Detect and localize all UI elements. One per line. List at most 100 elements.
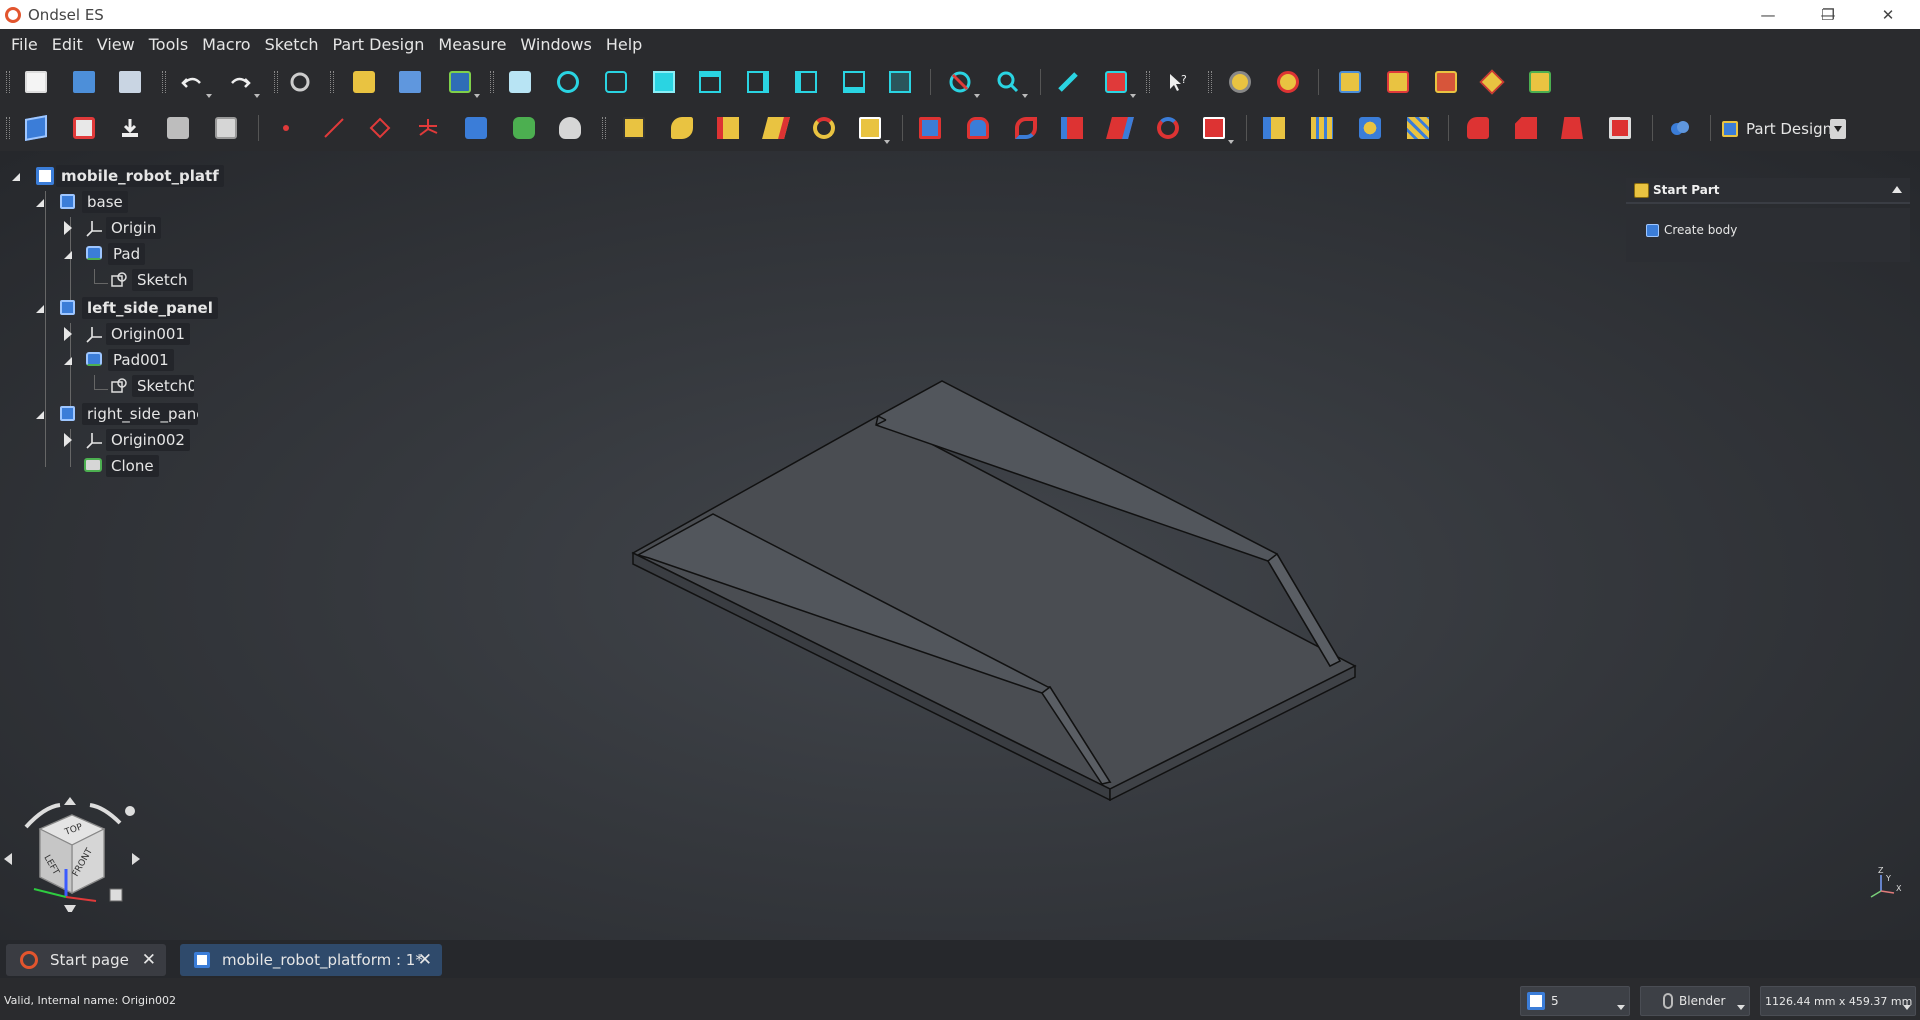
dimensions-readout[interactable]: 1126.44 mm x 459.37 mm (1760, 986, 1916, 1016)
subtractive-primitive-button[interactable] (1200, 114, 1234, 144)
thickness-button[interactable] (1606, 114, 1634, 142)
arrow-down-icon[interactable] (64, 905, 76, 912)
collapse-icon[interactable] (36, 199, 44, 207)
rotate-right-icon[interactable] (89, 803, 122, 825)
hole-button[interactable] (964, 114, 992, 142)
refresh-button[interactable] (286, 68, 314, 96)
import-button[interactable] (116, 114, 144, 142)
measure-angular-button[interactable] (1274, 68, 1302, 96)
expand-icon[interactable] (64, 327, 72, 341)
mirrored-button[interactable] (1260, 114, 1288, 142)
task-panel-header[interactable]: Start Part (1626, 178, 1910, 204)
fit-all-button[interactable] (506, 68, 534, 96)
additive-pipe-button[interactable] (762, 114, 790, 142)
save-file-button[interactable] (116, 68, 144, 96)
tree-item-origin001[interactable]: Origin001 (0, 321, 200, 347)
collapse-icon[interactable] (1892, 186, 1902, 193)
toolbar-grip[interactable] (274, 71, 278, 93)
measure-3d-button[interactable] (1478, 68, 1506, 96)
measure-delta-button[interactable] (1526, 68, 1554, 96)
linear-pattern-button[interactable] (1308, 114, 1336, 142)
datum-line-button[interactable] (320, 114, 348, 142)
additive-primitive-button[interactable] (856, 114, 890, 144)
menu-measure[interactable]: Measure (431, 35, 513, 54)
datum-point-button[interactable] (272, 114, 300, 142)
toolbar-grip[interactable] (162, 71, 166, 93)
tree-item-origin[interactable]: Origin (0, 215, 200, 241)
pocket-button[interactable] (916, 114, 944, 142)
close-icon[interactable]: ✕ (418, 950, 432, 970)
clone-button[interactable] (212, 114, 240, 142)
pad-button[interactable] (620, 114, 648, 142)
toolbar-grip[interactable] (1146, 71, 1150, 93)
chamfer-button[interactable] (1512, 114, 1540, 142)
tree-item-base[interactable]: base (0, 189, 200, 215)
clone-2-button[interactable] (556, 114, 584, 142)
menu-help[interactable]: Help (599, 35, 649, 54)
open-file-button[interactable] (70, 68, 98, 96)
tree-item-left-side-panel[interactable]: left_side_panel (0, 295, 218, 321)
collapse-icon[interactable] (36, 411, 44, 419)
view-right-button[interactable] (744, 68, 772, 96)
shape-binder-2-button[interactable] (462, 114, 490, 142)
menu-edit[interactable]: Edit (45, 35, 90, 54)
minimize-button[interactable]: — (1740, 0, 1796, 29)
zoom-box-button[interactable] (994, 68, 1028, 98)
close-button[interactable]: ✕ (1860, 0, 1916, 29)
fillet-button[interactable] (1464, 114, 1492, 142)
undo-button[interactable] (178, 68, 212, 98)
view-front-button[interactable] (650, 68, 678, 96)
tree-item-pad[interactable]: Pad (0, 241, 200, 267)
cube-mini-icon[interactable] (109, 888, 123, 902)
arrow-right-icon[interactable] (132, 853, 140, 865)
navigation-style-selector[interactable]: Blender (1640, 986, 1750, 1016)
fit-selection-button[interactable] (554, 68, 582, 96)
open-folder-button[interactable] (396, 68, 424, 96)
chevron-down-icon[interactable] (1830, 119, 1846, 139)
tree-root-document[interactable]: mobile_robot_platf (0, 163, 224, 189)
collapse-icon[interactable] (64, 251, 72, 259)
workbench-button[interactable] (350, 68, 378, 96)
clipping-button[interactable] (1102, 68, 1136, 98)
draw-style-button[interactable] (946, 68, 980, 98)
revolution-button[interactable] (668, 114, 696, 142)
measure-button[interactable] (1054, 68, 1082, 96)
sub-shape-binder-button[interactable] (510, 114, 538, 142)
multitransform-button[interactable] (1404, 114, 1432, 142)
redo-button[interactable] (226, 68, 260, 98)
menu-windows[interactable]: Windows (513, 35, 598, 54)
collapse-icon[interactable] (36, 305, 44, 313)
overlay-selector[interactable]: 5 (1520, 986, 1630, 1016)
measure-clear-button[interactable] (1384, 68, 1412, 96)
measure-linear-button[interactable] (1226, 68, 1254, 96)
export-button[interactable] (446, 68, 480, 98)
tab-mobile-robot-platform[interactable]: mobile_robot_platform : 1* ✕ (180, 944, 442, 976)
tree-item-sketch[interactable]: Sketch (0, 267, 200, 293)
close-icon[interactable]: ✕ (142, 950, 156, 970)
subtractive-loft-button[interactable] (1058, 114, 1086, 142)
tree-item-right-side-panel[interactable]: right_side_panel (0, 401, 200, 427)
menu-sketch[interactable]: Sketch (258, 35, 326, 54)
view-left-button[interactable] (886, 68, 914, 96)
create-sketch-button[interactable] (70, 114, 98, 142)
navigation-cube[interactable]: TOP FRONT LEFT (4, 797, 144, 912)
boolean-button[interactable] (1666, 114, 1694, 142)
tree-item-pad001[interactable]: Pad001 (0, 347, 200, 373)
tree-item-clone[interactable]: Clone (0, 453, 200, 479)
toolbar-grip[interactable] (602, 117, 606, 139)
menu-macro[interactable]: Macro (195, 35, 257, 54)
measure-refresh-button[interactable] (1336, 68, 1364, 96)
tab-start-page[interactable]: Start page ✕ (6, 944, 166, 976)
view-rear-button[interactable] (792, 68, 820, 96)
menu-tools[interactable]: Tools (142, 35, 195, 54)
menu-file[interactable]: File (4, 35, 45, 54)
create-body-action[interactable]: Create body (1646, 223, 1737, 237)
tree-item-sketch001[interactable]: Sketch00 (0, 373, 200, 399)
arrow-up-icon[interactable] (64, 797, 76, 805)
toolbar-grip[interactable] (6, 117, 10, 139)
additive-loft-button[interactable] (714, 114, 742, 142)
arrow-left-icon[interactable] (4, 853, 12, 865)
toolbar-grip[interactable] (330, 71, 334, 93)
view-top-button[interactable] (696, 68, 724, 96)
collapse-icon[interactable] (12, 173, 20, 181)
